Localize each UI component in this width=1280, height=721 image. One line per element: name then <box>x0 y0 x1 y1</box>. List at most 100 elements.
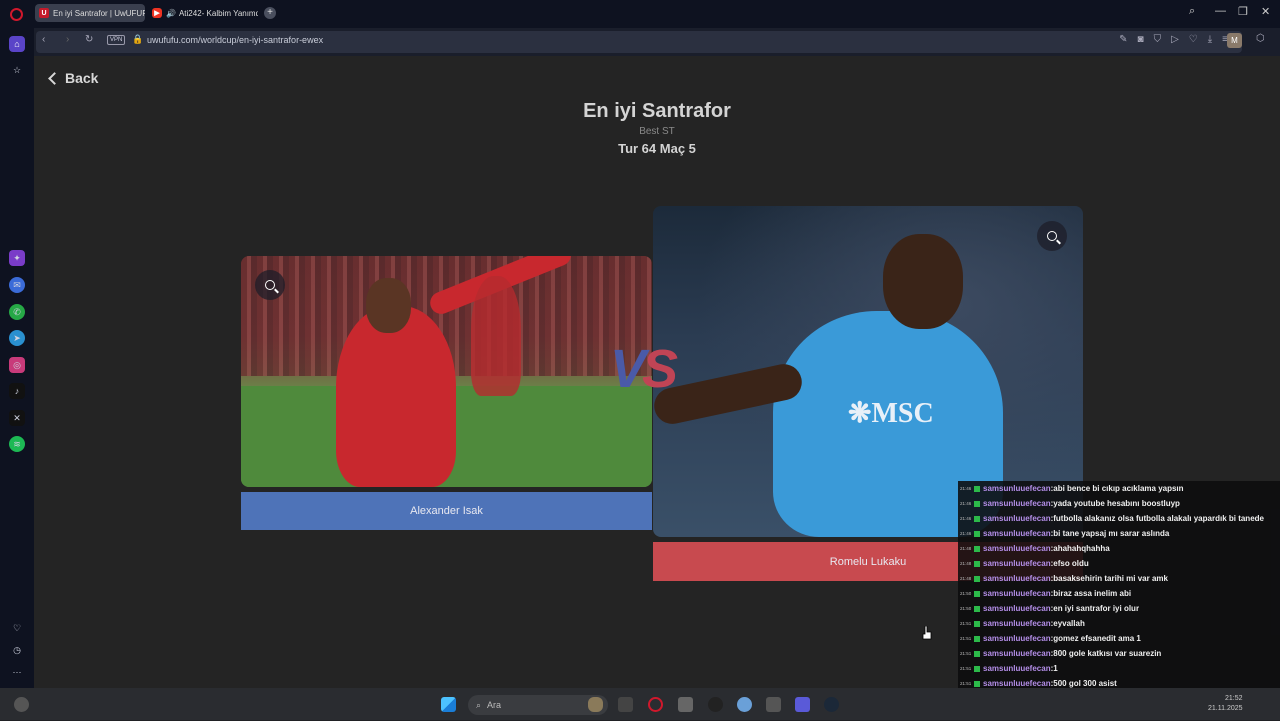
bookmarks-star-icon[interactable]: ☆ <box>9 62 25 78</box>
history-clock-icon[interactable]: ◷ <box>9 642 25 658</box>
chat-username[interactable]: samsunluuefecan <box>983 559 1051 568</box>
chat-username[interactable]: samsunluuefecan <box>983 634 1051 643</box>
chat-badge-icon <box>974 590 980 597</box>
tab-bar: U En iyi Santrafor | UwUFUFU ▶ 🔊 Ati242-… <box>0 0 1280 28</box>
chat-message: 21:46 samsunluuefecan : yada youtube hesa… <box>960 496 1180 511</box>
chat-username[interactable]: samsunluuefecan <box>983 619 1051 628</box>
teams-icon[interactable] <box>795 697 810 712</box>
background-player <box>471 276 521 396</box>
player-head <box>883 234 963 329</box>
settings-icon[interactable] <box>737 697 752 712</box>
chat-text: basaksehirin tarihi mi var amk <box>1053 574 1168 583</box>
chat-badge-icon <box>974 515 980 522</box>
windows-start-icon[interactable] <box>441 697 456 712</box>
chat-timestamp: 21:51 <box>960 681 972 686</box>
zoom-button-left[interactable] <box>255 270 285 300</box>
stream-chat-overlay: 21:46 samsunluuefecan : abi bence bi cıkı… <box>958 481 1280 720</box>
obs-icon[interactable] <box>708 697 723 712</box>
tab-active[interactable]: U En iyi Santrafor | UwUFUFU <box>35 4 145 22</box>
telegram-icon[interactable]: ➤ <box>9 330 25 346</box>
search-tabs-icon[interactable]: ⌕ <box>1189 5 1195 18</box>
chat-message: 21:50 samsunluuefecan : en iyi santrafor … <box>960 601 1139 616</box>
chat-message: 21:51samsunluuefecan : 1 <box>960 661 1058 676</box>
chat-username[interactable]: samsunluuefecan <box>983 514 1051 523</box>
chat-text: futbolla alakanız olsa futbolla alakalı … <box>1053 514 1264 523</box>
back-button[interactable]: Back <box>48 70 99 86</box>
clock-date: 21.11.2025 <box>1208 705 1243 712</box>
chat-text: abi bence bi cıkıp acıklama yapsın <box>1053 484 1184 493</box>
address-bar-actions: ✎ ◙ ⛉ ▷ ♡ ⤓ ≡ <box>1119 34 1228 45</box>
chat-timestamp: 21:48 <box>960 576 972 581</box>
chat-username[interactable]: samsunluuefecan <box>983 574 1051 583</box>
taskbar-search[interactable]: ⌕ Ara <box>468 695 608 715</box>
chat-text: yada youtube hesabını boostluyp <box>1053 499 1180 508</box>
system-clock[interactable]: 21:52 21.11.2025 <box>1208 694 1243 714</box>
chat-text: 1 <box>1053 664 1058 673</box>
speaker-icon[interactable]: 🔊 <box>166 9 176 18</box>
opera-logo-icon[interactable] <box>10 8 23 21</box>
play-icon[interactable]: ▷ <box>1171 34 1179 45</box>
chat-username[interactable]: samsunluuefecan <box>983 649 1051 658</box>
spotify-icon[interactable]: ≋ <box>9 436 25 452</box>
new-tab-button[interactable]: + <box>264 7 276 19</box>
chat-message: 21:50 samsunluuefecan : biraz assa inelim… <box>960 586 1131 601</box>
profile-avatar[interactable]: M <box>1227 33 1242 48</box>
select-left-button[interactable]: Alexander Isak <box>241 492 652 530</box>
chat-username[interactable]: samsunluuefecan <box>983 499 1051 508</box>
lock-icon[interactable]: 🔒 <box>132 34 143 45</box>
chat-username[interactable]: samsunluuefecan <box>983 604 1051 613</box>
chat-timestamp: 21:46 <box>960 486 972 491</box>
heart-icon[interactable]: ♡ <box>9 620 25 636</box>
youtube-favicon-icon: ▶ <box>152 8 162 18</box>
shield-icon[interactable]: ⛉ <box>1154 34 1162 45</box>
chat-username[interactable]: samsunluuefecan <box>983 544 1051 553</box>
notepad-icon[interactable] <box>678 697 693 712</box>
edit-icon[interactable]: ✎ <box>1119 34 1127 45</box>
close-button[interactable]: ✕ <box>1261 5 1270 18</box>
aria-icon[interactable]: ✦ <box>9 250 25 266</box>
back-label: Back <box>65 70 99 86</box>
opera-taskbar-icon[interactable] <box>648 697 663 712</box>
more-dots-icon[interactable]: ··· <box>9 664 25 680</box>
chat-text: efso oldu <box>1053 559 1089 568</box>
chat-username[interactable]: samsunluuefecan <box>983 679 1051 688</box>
chat-badge-icon <box>974 485 980 492</box>
chat-message: 21:48 samsunluuefecan : basaksehirin tari… <box>960 571 1168 586</box>
chat-message: 21:48 samsunluuefecan : efso oldu <box>960 556 1089 571</box>
steam-icon[interactable] <box>824 697 839 712</box>
chat-timestamp: 21:46 <box>960 531 972 536</box>
chat-timestamp: 21:46 <box>960 516 972 521</box>
chat-username[interactable]: samsunluuefecan <box>983 484 1051 493</box>
reload-icon[interactable]: ↻ <box>85 34 93 45</box>
url-text[interactable]: uwufufu.com/worldcup/en-iyi-santrafor-ew… <box>147 35 323 45</box>
chat-username[interactable]: samsunluuefecan <box>983 529 1051 538</box>
chat-badge-icon <box>974 530 980 537</box>
chat-badge-icon <box>974 500 980 507</box>
x-twitter-icon[interactable]: ✕ <box>9 410 25 426</box>
minimize-button[interactable]: — <box>1215 5 1226 17</box>
whatsapp-icon[interactable]: ✆ <box>9 304 25 320</box>
download-icon[interactable]: ⤓ <box>1208 34 1212 45</box>
chat-text: 800 gole katkısı var suarezin <box>1053 649 1162 658</box>
left-choice-image[interactable] <box>241 256 652 487</box>
chat-username[interactable]: samsunluuefecan <box>983 664 1051 673</box>
instagram-icon[interactable]: ◎ <box>9 357 25 373</box>
chat-username[interactable]: samsunluuefecan <box>983 589 1051 598</box>
home-icon[interactable]: ⌂ <box>9 36 25 52</box>
chat-badge-icon <box>974 605 980 612</box>
messenger-icon[interactable]: ✉ <box>9 277 25 293</box>
extensions-icon[interactable]: ⬡ <box>1256 33 1265 44</box>
tiktok-icon[interactable]: ♪ <box>9 383 25 399</box>
zoom-button-right[interactable] <box>1037 221 1067 251</box>
app-icon[interactable] <box>766 697 781 712</box>
tab-youtube[interactable]: ▶ 🔊 Ati242- Kalbim Yanımda <box>148 4 258 22</box>
maximize-button[interactable]: ❐ <box>1238 5 1248 18</box>
forward-nav-icon[interactable]: › <box>66 34 69 45</box>
heart-outline-icon[interactable]: ♡ <box>1189 34 1198 45</box>
terminal-icon[interactable] <box>618 697 633 712</box>
vpn-badge[interactable]: VPN <box>107 35 126 45</box>
taskbar-app-icon[interactable] <box>588 697 603 712</box>
back-nav-icon[interactable]: ‹ <box>42 34 45 45</box>
camera-icon[interactable]: ◙ <box>1138 34 1144 45</box>
widgets-icon[interactable] <box>14 697 29 712</box>
